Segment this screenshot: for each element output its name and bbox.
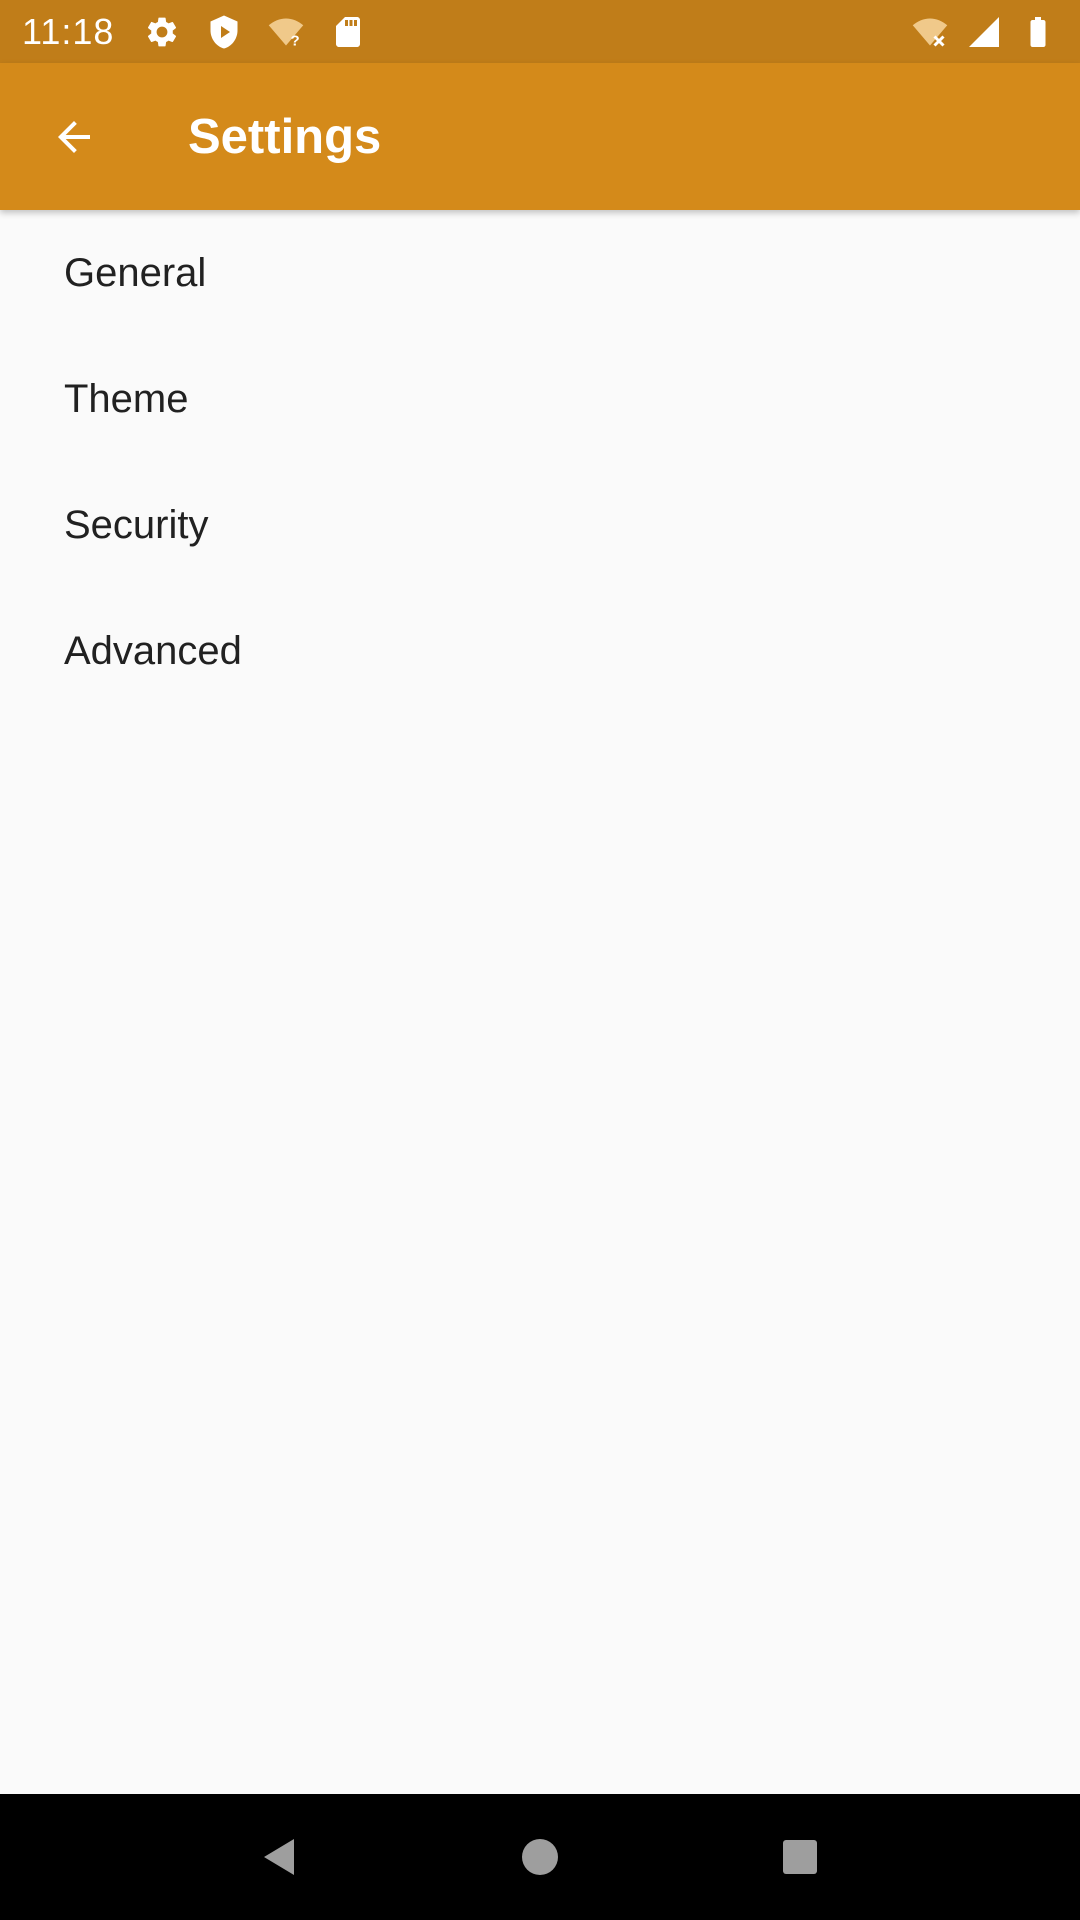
shield-play-icon [204, 12, 244, 52]
back-button[interactable] [24, 87, 124, 187]
settings-item-label: Security [64, 502, 209, 547]
svg-text:?: ? [291, 32, 300, 49]
wifi-off-icon [910, 12, 950, 52]
home-circle-icon [522, 1839, 558, 1875]
settings-item-label: Theme [64, 376, 189, 421]
status-time: 11:18 [22, 10, 115, 52]
cell-signal-icon [964, 12, 1004, 52]
settings-item-advanced[interactable]: Advanced [0, 588, 1080, 714]
settings-item-theme[interactable]: Theme [0, 336, 1080, 462]
status-left: 11:18 ? [22, 11, 368, 53]
arrow-left-icon [58, 120, 90, 153]
nav-recents-button[interactable] [760, 1817, 840, 1897]
gear-icon [142, 12, 182, 52]
wifi-question-icon: ? [266, 12, 306, 52]
page-title: Settings [188, 109, 382, 164]
recents-square-icon [783, 1840, 817, 1874]
nav-home-button[interactable] [500, 1817, 580, 1897]
settings-item-general[interactable]: General [0, 210, 1080, 336]
back-triangle-icon [264, 1839, 294, 1875]
system-nav-bar [0, 1794, 1080, 1920]
sd-card-icon [328, 12, 368, 52]
status-bar: 11:18 ? [0, 0, 1080, 63]
status-right [910, 12, 1058, 52]
settings-item-label: General [64, 250, 207, 295]
nav-back-button[interactable] [240, 1817, 320, 1897]
settings-item-security[interactable]: Security [0, 462, 1080, 588]
app-bar: Settings [0, 63, 1080, 210]
settings-item-label: Advanced [64, 628, 242, 673]
settings-list: General Theme Security Advanced [0, 210, 1080, 714]
battery-icon [1018, 12, 1058, 52]
settings-screen: 11:18 ? Settings General Theme Security … [0, 0, 1080, 1920]
